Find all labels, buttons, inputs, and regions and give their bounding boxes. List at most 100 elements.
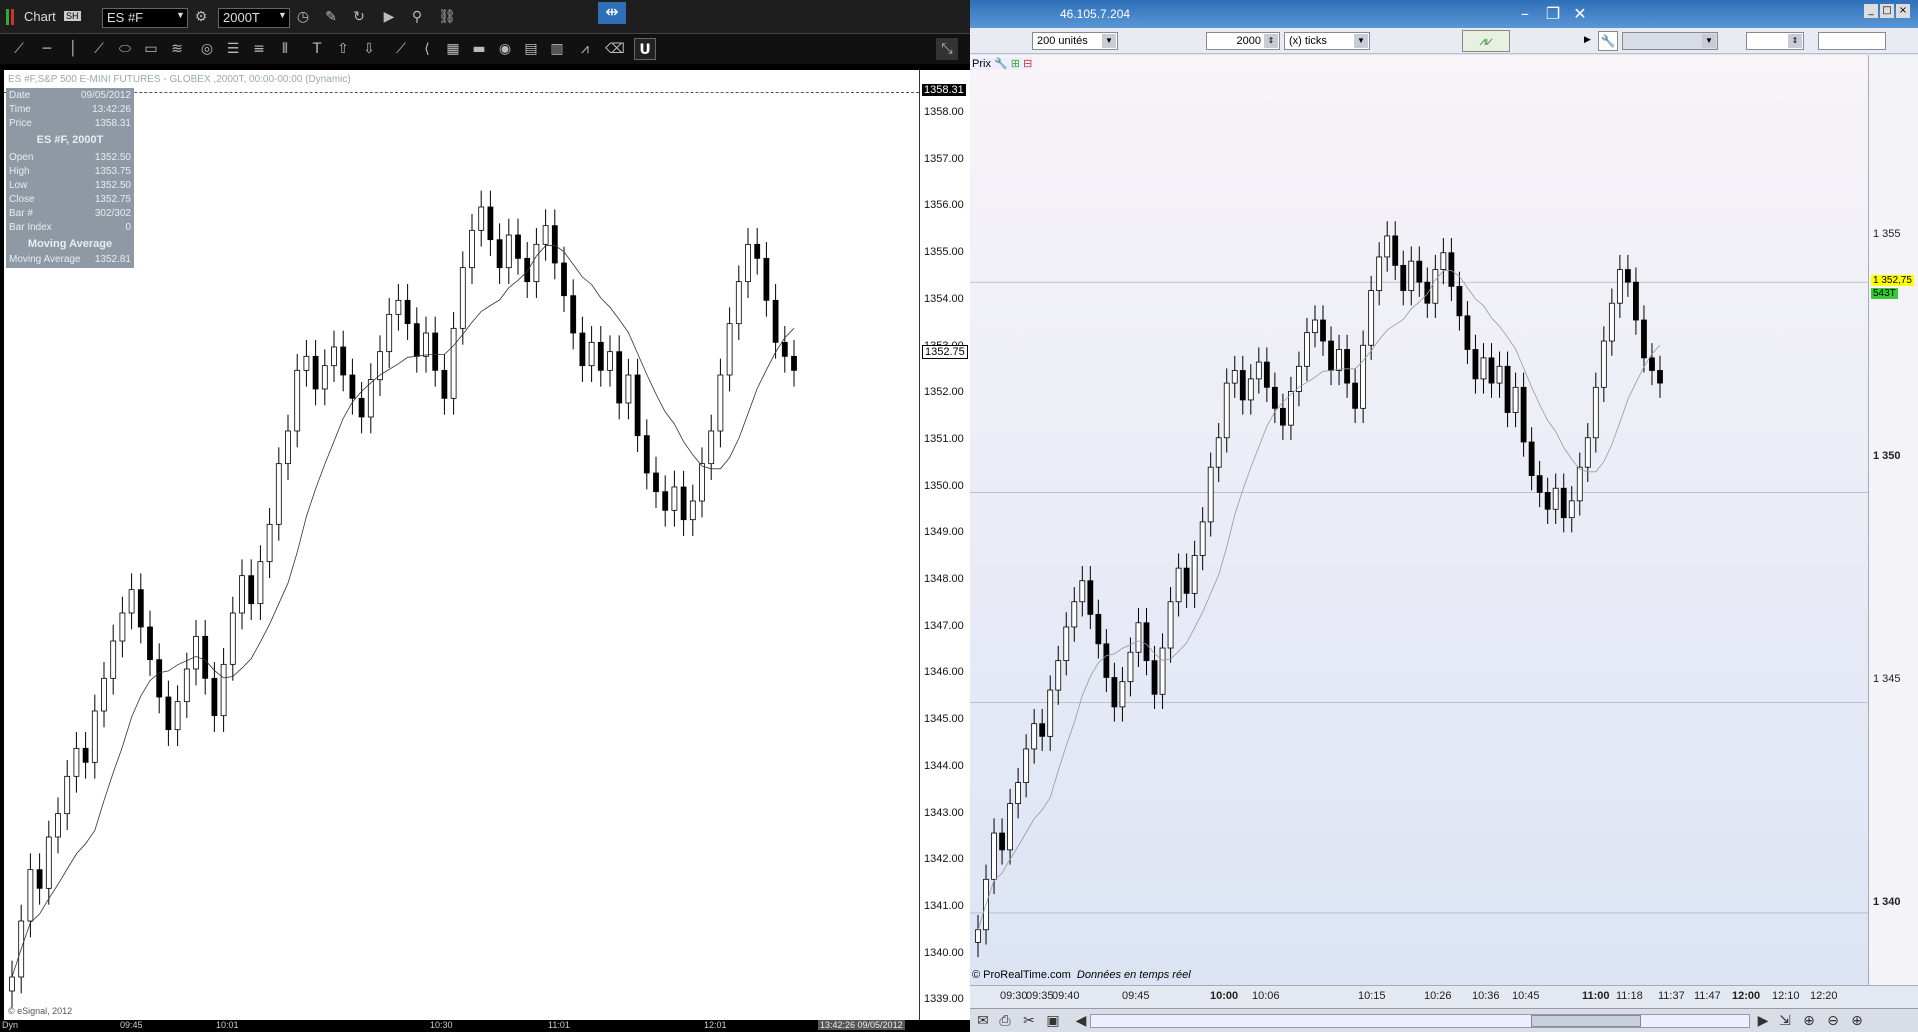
- horizontal-line-icon[interactable]: ─: [36, 38, 58, 60]
- add-indicator-icon[interactable]: ⊞: [1011, 58, 1020, 70]
- x-tick-label: 11:18: [1616, 990, 1643, 1002]
- play-icon[interactable]: ▶: [378, 6, 400, 28]
- wrench-small-icon[interactable]: 🔧: [994, 58, 1008, 70]
- units-select[interactable]: 200 unités ▼: [1032, 32, 1118, 50]
- channel-icon[interactable]: ≋: [166, 38, 188, 60]
- candle-body: [174, 701, 181, 731]
- chevron-down-icon[interactable]: ▼: [1102, 34, 1116, 48]
- prt-chart-area[interactable]: Prix 🔧 ⊞ ⊟ © ProRealTime.com Données en …: [970, 55, 1868, 985]
- refresh-icon[interactable]: ↻: [348, 6, 370, 28]
- expand-arrow-icon[interactable]: ▶: [1584, 34, 1591, 45]
- y-tick-label: 1 350: [1873, 450, 1901, 462]
- prt-price-axis[interactable]: 1 355 1 350 1 345 1 340 1 352,75 543T: [1868, 55, 1918, 985]
- candle-body: [1376, 256, 1383, 291]
- zoom-in-icon[interactable]: ⊕: [1846, 1010, 1868, 1032]
- time-zone-icon[interactable]: ▥: [546, 38, 568, 60]
- x-tick-label: 09:40: [1052, 990, 1080, 1002]
- wrench-icon[interactable]: 🔧: [1598, 31, 1618, 51]
- candle-body: [1255, 361, 1262, 380]
- chart-type-icon[interactable]: ⩘⩗: [1462, 30, 1510, 52]
- scroll-left-icon[interactable]: ◀: [1070, 1010, 1092, 1032]
- pencil-icon[interactable]: ✎: [320, 6, 342, 28]
- extra-input[interactable]: [1818, 32, 1886, 50]
- fan-icon[interactable]: ⟋: [390, 38, 412, 60]
- candle-body: [781, 341, 788, 357]
- chevron-down-icon[interactable]: ▼: [1702, 34, 1716, 48]
- text-tool-icon[interactable]: T: [306, 38, 328, 60]
- lines-icon[interactable]: ☰: [222, 38, 244, 60]
- ellipse-icon[interactable]: ⬭: [114, 38, 136, 60]
- esignal-price-axis[interactable]: 1358.001357.001356.001355.001354.001353.…: [919, 70, 970, 1020]
- y-tick-label: 1355.00: [924, 246, 964, 259]
- info-value: 1352.75: [94, 194, 131, 205]
- pattern-icon[interactable]: ⩘: [574, 38, 596, 60]
- count-input[interactable]: ⇕: [1746, 32, 1804, 50]
- horizontal-scrollbar[interactable]: [1090, 1014, 1750, 1028]
- candle-body: [1657, 370, 1663, 384]
- cursor-tool-icon[interactable]: ⤡: [936, 38, 958, 60]
- fibonacci-icon[interactable]: ▤: [520, 38, 542, 60]
- cut-icon[interactable]: ✂: [1018, 1010, 1040, 1032]
- line-tool-icon[interactable]: ⟋: [8, 38, 30, 60]
- rectangle-icon[interactable]: ▭: [140, 38, 162, 60]
- chevron-down-icon[interactable]: ▼: [1354, 34, 1368, 48]
- y-tick-label: 1344.00: [924, 759, 964, 772]
- y-tick-label: 1351.00: [924, 432, 964, 445]
- clock-icon[interactable]: ◷: [292, 6, 314, 28]
- eye-icon[interactable]: ◉: [494, 38, 516, 60]
- max-icon[interactable]: □: [1880, 4, 1894, 18]
- spinner-icon[interactable]: ⇕: [1788, 34, 1802, 48]
- minimize-icon[interactable]: –: [1515, 4, 1535, 24]
- symbol-dropdown-icon[interactable]: ▼: [176, 10, 185, 20]
- esignal-chart-area[interactable]: ES #F,S&P 500 E-MINI FUTURES - GLOBEX ,2…: [4, 70, 919, 1020]
- dyn-tab[interactable]: Dyn: [2, 1020, 18, 1030]
- arrow-down-icon[interactable]: ⇩: [358, 38, 380, 60]
- search-icon[interactable]: ⚲: [406, 6, 428, 28]
- interval-dropdown-icon[interactable]: ▼: [278, 10, 287, 20]
- arc-icon[interactable]: ⟨: [416, 38, 438, 60]
- close-icon[interactable]: ✕: [1570, 4, 1590, 24]
- ruler-icon[interactable]: ▬: [468, 38, 490, 60]
- magnet-icon[interactable]: U: [634, 38, 656, 60]
- restore-icon[interactable]: ❐: [1543, 4, 1563, 24]
- candle-body: [542, 225, 549, 245]
- x-tick-label: 09:35: [1026, 990, 1054, 1002]
- zoom-area-icon[interactable]: ⊕: [1798, 1010, 1820, 1032]
- pin-icon[interactable]: ⇹: [598, 2, 626, 24]
- candle-body: [505, 234, 512, 269]
- autoscale-icon[interactable]: ⇲: [1774, 1010, 1796, 1032]
- gear-icon[interactable]: ⚙: [190, 6, 212, 28]
- eraser-icon[interactable]: ⌫: [604, 38, 626, 60]
- instrument-select[interactable]: ▼: [1622, 32, 1718, 50]
- scroll-right-icon[interactable]: ▶: [1752, 1010, 1774, 1032]
- link-icon[interactable]: ⛓: [436, 6, 458, 28]
- last-price-badge: 1 352,75: [1871, 275, 1914, 286]
- tick-count-badge: 543T: [1871, 288, 1898, 299]
- remove-indicator-icon[interactable]: ⊟: [1023, 58, 1032, 70]
- info-time-row: Time 13:42:26: [9, 104, 131, 118]
- close-small-icon[interactable]: ×: [1896, 4, 1910, 18]
- vertical-lines-icon[interactable]: ⦀: [274, 38, 296, 60]
- x-tick-label: 12:00: [1732, 990, 1761, 1002]
- x-tick-label: 11:47: [1694, 990, 1721, 1002]
- ticks-unit-select[interactable]: (x) ticks ▼: [1284, 32, 1370, 50]
- ticks-input[interactable]: 2000 ⇕: [1206, 32, 1280, 50]
- candle-body: [147, 626, 153, 661]
- spinner-icon[interactable]: ⇕: [1264, 34, 1278, 48]
- min-icon[interactable]: _: [1864, 4, 1878, 18]
- grid-icon[interactable]: ▦: [442, 38, 464, 60]
- vertical-line-icon[interactable]: │: [62, 38, 84, 60]
- zoom-out-icon[interactable]: ⊖: [1822, 1010, 1844, 1032]
- arrow-up-icon[interactable]: ⇧: [332, 38, 354, 60]
- save-icon[interactable]: ▣: [1042, 1010, 1064, 1032]
- candle-body: [680, 486, 687, 521]
- trend-tool-icon[interactable]: ⟋: [88, 38, 110, 60]
- cycle-icon[interactable]: ◎: [196, 38, 218, 60]
- candle-body: [27, 869, 34, 922]
- list-icon[interactable]: ≡: [248, 38, 270, 60]
- candle-body: [1368, 290, 1375, 346]
- candle-body: [101, 677, 107, 712]
- print-icon[interactable]: ⎙: [994, 1010, 1016, 1032]
- scrollbar-thumb[interactable]: [1531, 1015, 1641, 1027]
- mail-icon[interactable]: ✉: [972, 1010, 994, 1032]
